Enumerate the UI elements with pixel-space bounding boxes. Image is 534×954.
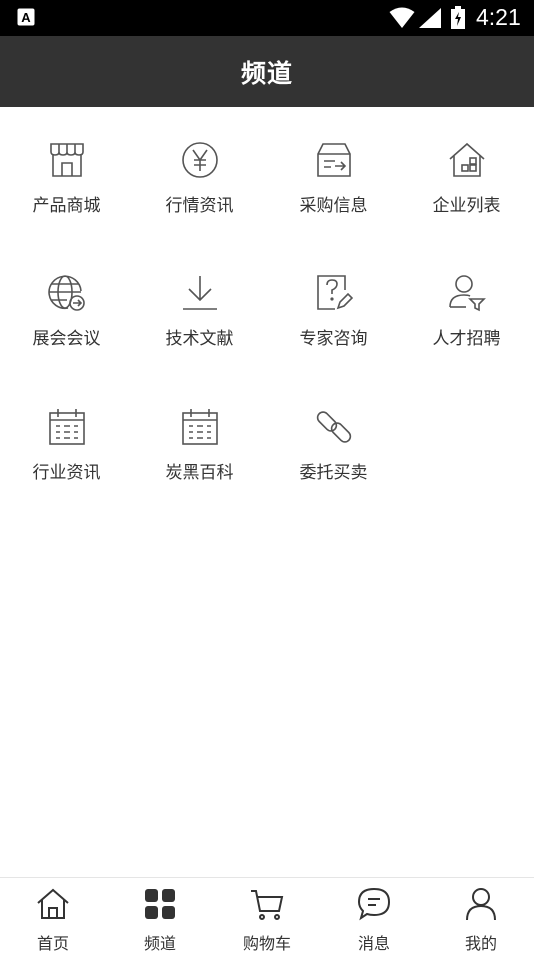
channel-item-exhibitions[interactable]: 展会会议 <box>0 240 133 350</box>
channel-item-expert-consult[interactable]: 专家咨询 <box>267 240 400 350</box>
tab-profile[interactable]: 我的 <box>428 878 534 953</box>
channel-item-company-list[interactable]: 企业列表 <box>400 107 533 217</box>
channel-label: 炭黑百科 <box>165 463 234 483</box>
tab-label: 购物车 <box>242 934 291 953</box>
clock: 4:21 <box>476 4 521 30</box>
svg-text:A: A <box>21 10 31 25</box>
question-edit-icon <box>317 275 353 310</box>
channel-label: 行情资讯 <box>165 196 234 216</box>
message-icon <box>357 887 391 921</box>
link-icon <box>316 411 352 443</box>
signal-icon <box>419 8 441 28</box>
channel-label: 产品商城 <box>32 196 101 216</box>
channel-item-product-mall[interactable]: 产品商城 <box>0 107 133 217</box>
wifi-icon <box>389 7 415 28</box>
globe-arrow-icon <box>48 275 85 311</box>
tab-messages[interactable]: 消息 <box>321 878 427 953</box>
grid-icon <box>145 889 175 919</box>
app-notification-icon: A <box>17 8 35 26</box>
channel-label: 展会会议 <box>32 329 101 349</box>
cart-icon <box>251 890 284 920</box>
status-bar: A 4:21 <box>0 0 534 36</box>
calendar-icon <box>182 409 218 445</box>
channel-item-technical-docs[interactable]: 技术文献 <box>133 240 266 350</box>
company-home-icon <box>449 142 485 177</box>
store-icon <box>50 143 84 177</box>
app-header: 频道 <box>0 36 534 107</box>
channel-item-consignment-trade[interactable]: 委托买卖 <box>267 374 400 484</box>
tab-label: 我的 <box>464 934 497 953</box>
channel-label: 采购信息 <box>299 196 368 216</box>
channel-label: 企业列表 <box>432 196 501 216</box>
profile-icon <box>466 888 496 921</box>
battery-icon <box>451 6 465 29</box>
channel-label: 行业资讯 <box>32 463 101 483</box>
tab-channels[interactable]: 频道 <box>107 878 213 953</box>
tab-label: 首页 <box>36 934 69 953</box>
tab-label: 消息 <box>357 934 390 953</box>
download-icon <box>183 276 217 310</box>
calendar-icon <box>49 409 85 445</box>
purchase-box-icon <box>317 143 351 177</box>
tab-label: 频道 <box>143 934 176 953</box>
home-icon <box>37 888 69 919</box>
channel-label: 专家咨询 <box>299 329 368 349</box>
channel-item-carbon-black-wiki[interactable]: 炭黑百科 <box>133 374 266 484</box>
bottom-tab-bar: 首页 频道 购物车 消息 我的 <box>0 877 534 953</box>
person-filter-icon <box>449 275 486 312</box>
channel-item-recruitment[interactable]: 人才招聘 <box>400 240 533 350</box>
tab-home[interactable]: 首页 <box>0 878 106 953</box>
yen-icon <box>182 142 218 178</box>
tab-cart[interactable]: 购物车 <box>214 878 320 953</box>
channel-label: 技术文献 <box>165 329 234 349</box>
channel-item-industry-news[interactable]: 行业资讯 <box>0 374 133 484</box>
page-title: 频道 <box>240 58 293 88</box>
channel-label: 人才招聘 <box>432 329 501 349</box>
channel-item-purchase-info[interactable]: 采购信息 <box>267 107 400 217</box>
channel-label: 委托买卖 <box>299 463 368 483</box>
channel-item-market-news[interactable]: 行情资讯 <box>133 107 266 217</box>
